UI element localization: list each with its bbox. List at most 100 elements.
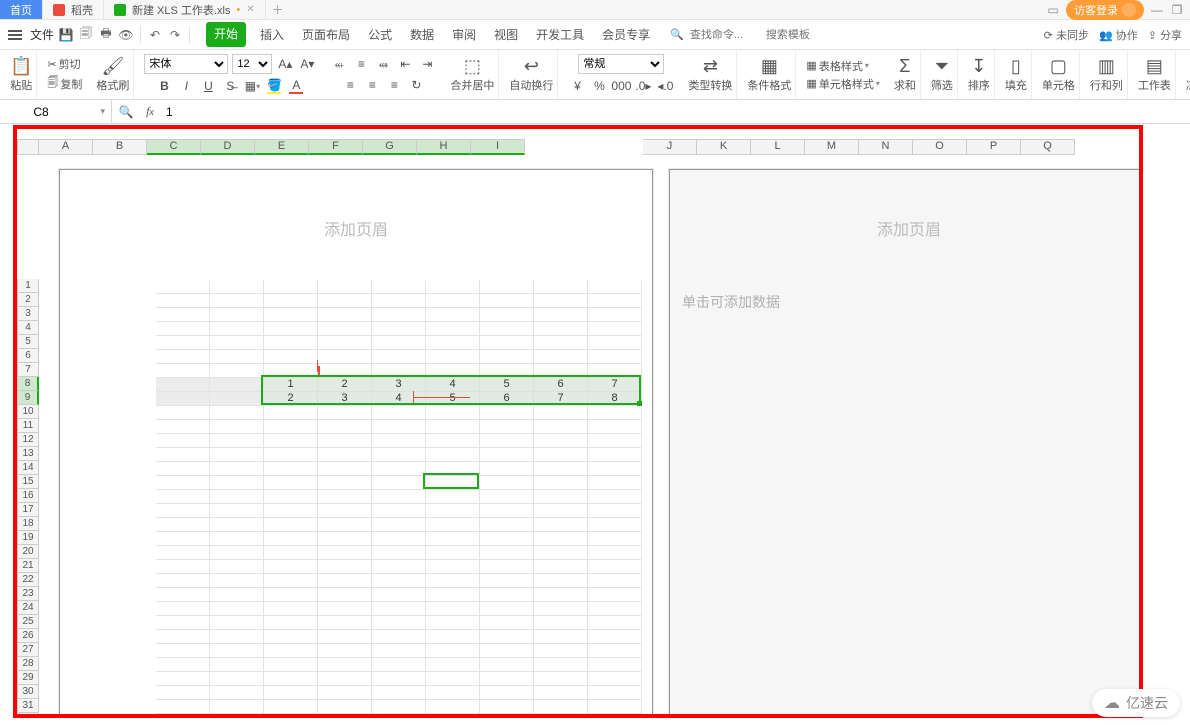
cell[interactable] xyxy=(156,672,210,686)
cell[interactable] xyxy=(372,546,426,560)
col-header-P[interactable]: P xyxy=(967,139,1021,155)
cell[interactable] xyxy=(156,616,210,630)
cell[interactable] xyxy=(318,322,372,336)
cell[interactable] xyxy=(156,546,210,560)
cell[interactable] xyxy=(156,560,210,574)
cell[interactable] xyxy=(210,630,264,644)
cell[interactable] xyxy=(210,574,264,588)
indent-dec-icon[interactable]: ⇤ xyxy=(396,55,414,73)
cell[interactable] xyxy=(210,420,264,434)
cell[interactable] xyxy=(534,644,588,658)
cell[interactable] xyxy=(480,448,534,462)
cell[interactable] xyxy=(264,350,318,364)
sheet-group[interactable]: ▤工作表 xyxy=(1134,50,1176,99)
cell[interactable] xyxy=(534,602,588,616)
cell[interactable] xyxy=(156,364,210,378)
save-icon[interactable]: 💾 xyxy=(58,27,74,43)
dec-size-icon[interactable]: A▾ xyxy=(298,55,316,73)
cell[interactable]: 3 xyxy=(372,378,426,392)
cell[interactable] xyxy=(480,504,534,518)
cell[interactable] xyxy=(480,560,534,574)
cell[interactable] xyxy=(264,630,318,644)
cell[interactable] xyxy=(156,490,210,504)
cell[interactable] xyxy=(426,588,480,602)
fill-color-button[interactable]: 🪣 xyxy=(265,77,283,95)
bold-button[interactable]: B xyxy=(155,77,173,95)
col-header-J[interactable]: J xyxy=(643,139,697,155)
cell[interactable] xyxy=(210,364,264,378)
cell[interactable] xyxy=(318,700,372,714)
cell[interactable] xyxy=(264,560,318,574)
cell[interactable] xyxy=(534,574,588,588)
cell[interactable] xyxy=(156,280,210,294)
row-header-30[interactable]: 30 xyxy=(17,685,39,699)
row-header-25[interactable]: 25 xyxy=(17,615,39,629)
tab-new[interactable]: ＋ xyxy=(266,0,290,19)
cell[interactable] xyxy=(264,280,318,294)
cell[interactable] xyxy=(318,420,372,434)
cell[interactable] xyxy=(372,588,426,602)
cell[interactable]: 1 xyxy=(264,378,318,392)
row-header-5[interactable]: 5 xyxy=(17,335,39,349)
cell[interactable] xyxy=(318,658,372,672)
cell[interactable] xyxy=(264,616,318,630)
cell[interactable] xyxy=(480,686,534,700)
cell[interactable] xyxy=(318,350,372,364)
cell[interactable] xyxy=(210,448,264,462)
cell[interactable] xyxy=(264,364,318,378)
cell[interactable] xyxy=(588,588,642,602)
row-header-1[interactable]: 1 xyxy=(17,279,39,293)
merge-group[interactable]: ⬚合并居中 xyxy=(446,50,499,99)
cell[interactable] xyxy=(426,294,480,308)
cell[interactable] xyxy=(588,700,642,714)
cell[interactable] xyxy=(264,672,318,686)
ribbon-tab-insert[interactable]: 插入 xyxy=(256,22,288,47)
font-color-button[interactable]: A xyxy=(287,77,305,95)
cell[interactable]: 6 xyxy=(480,392,534,406)
cell[interactable] xyxy=(372,434,426,448)
cell[interactable] xyxy=(264,406,318,420)
cell[interactable] xyxy=(426,280,480,294)
cell[interactable] xyxy=(210,518,264,532)
cell[interactable] xyxy=(210,378,264,392)
cell[interactable] xyxy=(534,420,588,434)
row-header-14[interactable]: 14 xyxy=(17,461,39,475)
cell[interactable] xyxy=(372,644,426,658)
page1-grid[interactable]: 12345672345678 xyxy=(60,280,652,714)
cell[interactable] xyxy=(534,658,588,672)
cell[interactable] xyxy=(156,574,210,588)
cell[interactable] xyxy=(426,350,480,364)
redo-icon[interactable]: ↷ xyxy=(167,27,183,43)
cell[interactable] xyxy=(318,588,372,602)
cell[interactable] xyxy=(372,462,426,476)
cell[interactable] xyxy=(210,602,264,616)
cell[interactable] xyxy=(588,448,642,462)
col-header-E[interactable]: E xyxy=(255,139,309,155)
sort-group[interactable]: ↧排序 xyxy=(964,50,995,99)
row-header-31[interactable]: 31 xyxy=(17,699,39,713)
cell[interactable]: 5 xyxy=(480,378,534,392)
cell[interactable] xyxy=(426,308,480,322)
cell[interactable] xyxy=(588,364,642,378)
cell[interactable] xyxy=(372,672,426,686)
cell[interactable] xyxy=(426,532,480,546)
col-header-Q[interactable]: Q xyxy=(1021,139,1075,155)
cell[interactable] xyxy=(480,588,534,602)
cell[interactable] xyxy=(372,490,426,504)
cell[interactable] xyxy=(372,574,426,588)
cell[interactable] xyxy=(210,616,264,630)
cell[interactable] xyxy=(318,644,372,658)
cell[interactable] xyxy=(318,336,372,350)
cell[interactable] xyxy=(588,616,642,630)
col-header-K[interactable]: K xyxy=(697,139,751,155)
row-header-22[interactable]: 22 xyxy=(17,573,39,587)
cell[interactable] xyxy=(156,602,210,616)
row-header-11[interactable]: 11 xyxy=(17,419,39,433)
cell[interactable] xyxy=(156,448,210,462)
cell[interactable] xyxy=(156,420,210,434)
cell[interactable] xyxy=(210,434,264,448)
cell[interactable] xyxy=(534,280,588,294)
cell[interactable] xyxy=(534,700,588,714)
ribbon-tab-view[interactable]: 视图 xyxy=(490,22,522,47)
col-header-O[interactable]: O xyxy=(913,139,967,155)
